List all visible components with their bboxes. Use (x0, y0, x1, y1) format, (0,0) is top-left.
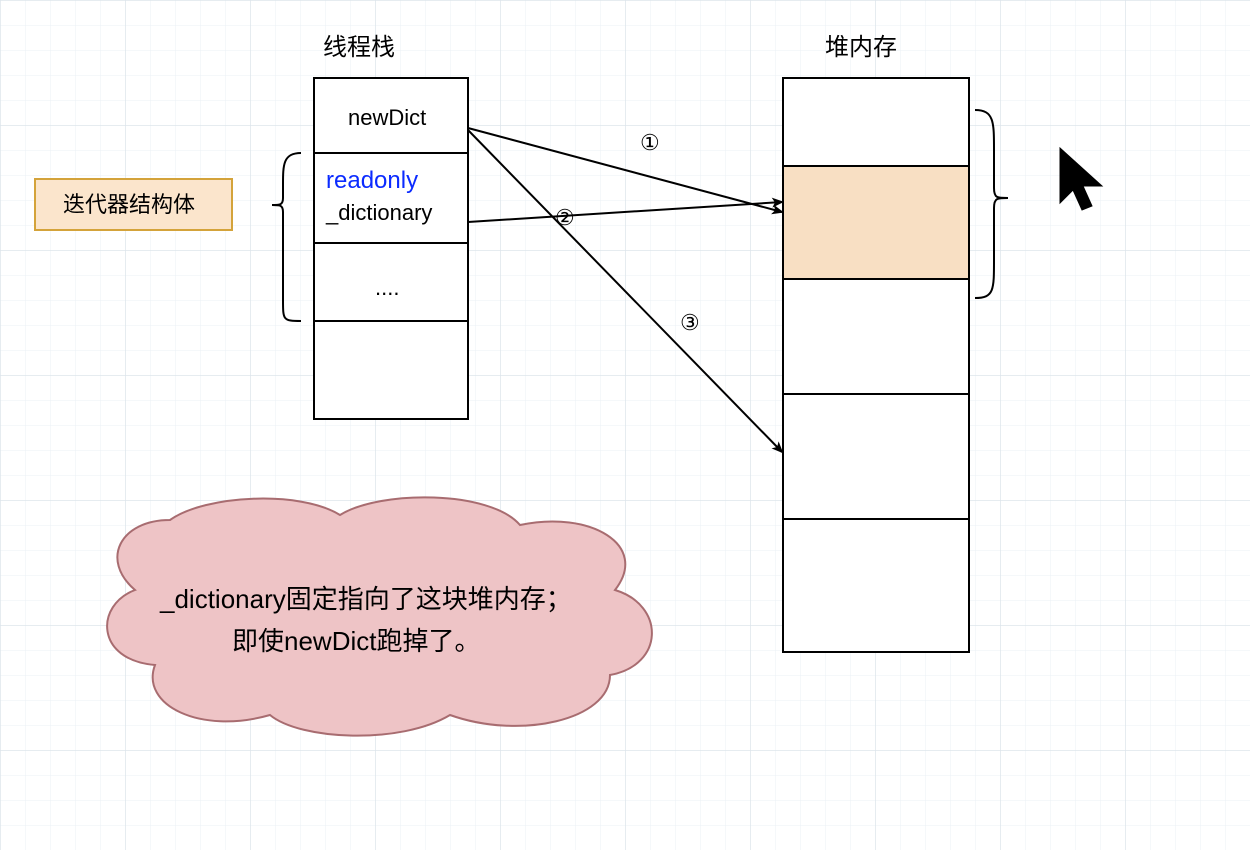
arrow-2-label: ② (555, 205, 575, 230)
iterator-label: 迭代器结构体 (35, 179, 232, 230)
stack-heading: 线程栈 (323, 34, 395, 61)
stack-cell-ellipsis: .... (375, 275, 399, 300)
stack-column: newDict readonly _dictionary .... (314, 78, 468, 419)
heap-cell-highlight (783, 166, 969, 279)
arrow-3-label: ③ (680, 310, 700, 335)
heap-heading: 堆内存 (825, 34, 897, 61)
stack-cell-dictionary: _dictionary (325, 200, 432, 225)
iterator-label-text: 迭代器结构体 (63, 192, 195, 217)
heap-column (783, 78, 969, 652)
diagram-canvas: 线程栈 堆内存 newDict readonly _dictionary ...… (0, 0, 1250, 850)
cloud-line-2: 即使newDict跑掉了。 (232, 626, 480, 656)
cloud-note: _dictionary固定指向了这块堆内存； 即使newDict跑掉了。 (107, 497, 652, 735)
grid-background (0, 0, 1250, 850)
cloud-line-1: _dictionary固定指向了这块堆内存； (159, 584, 572, 614)
arrow-1-label: ① (640, 130, 660, 155)
stack-cell-0: newDict (348, 105, 426, 130)
stack-cell-readonly: readonly (326, 167, 418, 194)
